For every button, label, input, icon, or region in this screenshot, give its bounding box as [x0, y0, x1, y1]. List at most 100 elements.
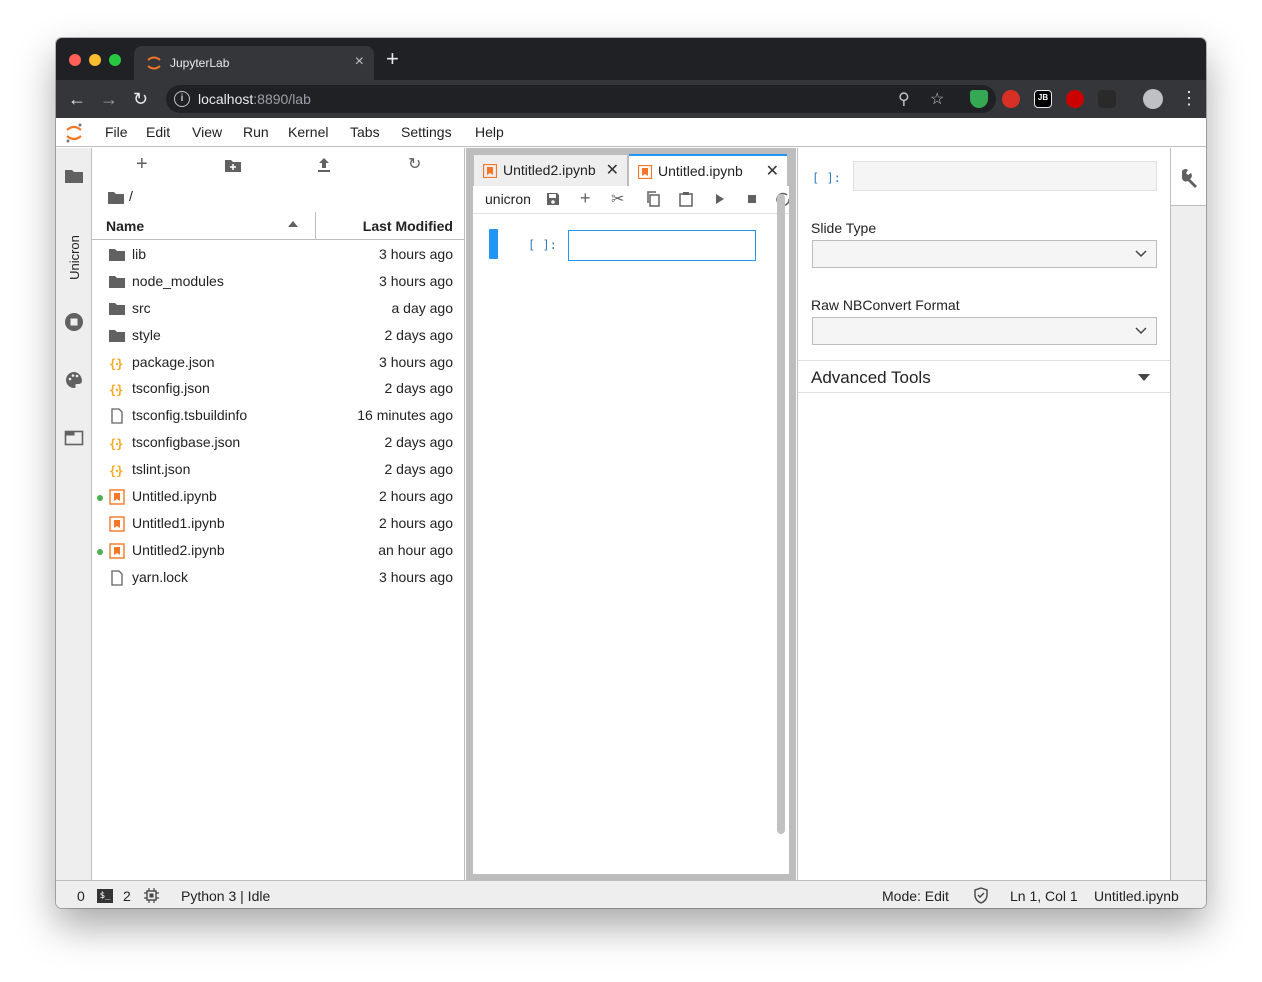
cell-collapser[interactable]	[489, 229, 498, 259]
paste-icon[interactable]	[678, 191, 694, 207]
file-name: src	[132, 299, 151, 316]
unicron-tab[interactable]: Unicron	[58, 226, 90, 286]
shield-extension-icon[interactable]	[970, 90, 988, 108]
file-row[interactable]: node_modules 3 hours ago	[92, 268, 465, 295]
browser-toolbar: ← → ↻ i localhost:8890/lab ⚲ ☆ JB ⋮	[56, 80, 1206, 118]
back-icon[interactable]: ←	[68, 88, 86, 110]
hand-extension-icon[interactable]	[1002, 90, 1020, 108]
close-window-button[interactable]	[69, 54, 81, 66]
column-name[interactable]: Name	[106, 218, 144, 234]
address-bar[interactable]: i localhost:8890/lab ⚲ ☆	[166, 85, 996, 113]
tabs-icon[interactable]	[64, 428, 84, 448]
upload-icon[interactable]	[317, 157, 331, 172]
caret-down-icon[interactable]	[1138, 374, 1150, 381]
copy-icon[interactable]	[645, 191, 661, 207]
breadcrumb-root[interactable]: /	[129, 188, 133, 204]
wrench-icon	[1182, 169, 1197, 188]
site-info-icon[interactable]: i	[174, 91, 190, 107]
close-tab-icon[interactable]: ×	[355, 53, 364, 71]
new-folder-icon[interactable]	[225, 158, 241, 172]
file-row[interactable]: {} tsconfigbase.json 2 days ago	[92, 429, 465, 456]
file-row[interactable]: Untitled2.ipynb an hour ago	[92, 537, 465, 564]
forward-icon[interactable]: →	[100, 88, 118, 110]
maximize-window-button[interactable]	[109, 54, 121, 66]
tab-untitled2[interactable]: Untitled2.ipynb ✕	[473, 154, 628, 186]
running-sessions-icon[interactable]	[64, 312, 84, 332]
file-name: tsconfigbase.json	[132, 434, 241, 451]
home-folder-icon[interactable]	[108, 191, 124, 204]
status-bar: 0 $_ 2 Python 3 | Idle Mode: Edit Ln 1, …	[56, 880, 1206, 908]
insert-cell-icon[interactable]: +	[580, 188, 596, 208]
sort-ascending-icon[interactable]	[288, 221, 298, 227]
file-row[interactable]: Untitled.ipynb 2 hours ago	[92, 483, 465, 510]
tab-untitled[interactable]: Untitled.ipynb ✕	[629, 154, 787, 186]
file-row[interactable]: tsconfig.tsbuildinfo 16 minutes ago	[92, 402, 465, 429]
more-menu-icon[interactable]: ⋮	[1180, 87, 1198, 109]
file-row[interactable]: src a day ago	[92, 295, 465, 322]
menu-edit[interactable]: Edit	[146, 124, 170, 140]
bookmark-star-icon[interactable]: ☆	[930, 89, 944, 109]
kernel-status[interactable]: Python 3 | Idle	[181, 888, 270, 904]
kernel-name[interactable]: unicron	[485, 191, 531, 207]
kernel-count[interactable]: 2	[123, 888, 131, 904]
notebook-toolbar: unicron + ✂	[473, 186, 789, 214]
file-name: tsconfig.json	[132, 380, 210, 397]
kernel-chip-icon[interactable]	[144, 888, 159, 903]
notebook-icon	[109, 543, 125, 559]
menu-run[interactable]: Run	[243, 124, 269, 140]
reload-icon[interactable]: ↻	[133, 88, 148, 110]
file-row[interactable]: {} tsconfig.json 2 days ago	[92, 375, 465, 402]
file-name: Untitled.ipynb	[132, 488, 217, 505]
file-modified: 2 hours ago	[379, 488, 453, 505]
column-last-modified[interactable]: Last Modified	[363, 218, 453, 234]
terminal-count[interactable]: 0	[77, 888, 85, 904]
file-modified: 2 days ago	[384, 461, 454, 478]
file-row[interactable]: {} package.json 3 hours ago	[92, 349, 465, 376]
new-tab-icon[interactable]: +	[386, 48, 399, 70]
chevron-down-icon	[1135, 250, 1147, 258]
zoom-icon[interactable]: ⚲	[898, 89, 910, 109]
terminal-icon[interactable]: $_	[97, 889, 113, 903]
advanced-tools-header[interactable]: Advanced Tools	[798, 360, 1170, 393]
cursor-position[interactable]: Ln 1, Col 1	[1010, 888, 1078, 904]
new-launcher-icon[interactable]: +	[136, 153, 148, 176]
cut-icon[interactable]: ✂	[611, 189, 627, 208]
devtools-extension-icon[interactable]	[1098, 90, 1116, 108]
play-extension-icon[interactable]	[1066, 90, 1084, 108]
close-icon[interactable]: ✕	[766, 161, 779, 181]
file-row[interactable]: yarn.lock 3 hours ago	[92, 564, 465, 591]
run-icon[interactable]	[711, 191, 727, 207]
minimize-window-button[interactable]	[89, 54, 101, 66]
property-inspector-tab[interactable]	[1171, 148, 1206, 206]
url-host: localhost	[198, 91, 254, 107]
menu-tabs[interactable]: Tabs	[350, 124, 380, 140]
column-divider[interactable]	[315, 212, 316, 240]
menu-settings[interactable]: Settings	[401, 124, 452, 140]
file-modified: 16 minutes ago	[357, 407, 453, 424]
menu-file[interactable]: File	[105, 124, 128, 140]
folder-icon[interactable]	[64, 166, 84, 186]
jetbrains-extension-icon[interactable]: JB	[1034, 90, 1052, 108]
file-name: yarn.lock	[132, 568, 189, 585]
file-row[interactable]: Untitled1.ipynb 2 hours ago	[92, 510, 465, 537]
editor-mode[interactable]: Mode: Edit	[882, 888, 949, 904]
menu-view[interactable]: View	[192, 124, 222, 140]
code-cell[interactable]: [ ]:	[489, 229, 769, 261]
menu-help[interactable]: Help	[475, 124, 504, 140]
file-row[interactable]: {} tslint.json 2 days ago	[92, 456, 465, 483]
refresh-icon[interactable]: ↻	[408, 154, 421, 174]
cell-editor[interactable]	[568, 230, 756, 261]
slide-type-select[interactable]	[812, 240, 1157, 268]
scrollbar[interactable]	[777, 194, 785, 834]
save-icon[interactable]	[545, 191, 561, 207]
file-row[interactable]: lib 3 hours ago	[92, 241, 465, 268]
profile-avatar-icon[interactable]	[1143, 89, 1163, 109]
close-icon[interactable]: ✕	[606, 160, 619, 180]
trusted-shield-icon[interactable]	[973, 887, 989, 904]
stop-icon[interactable]	[744, 191, 760, 207]
file-row[interactable]: style 2 days ago	[92, 322, 465, 349]
palette-icon[interactable]	[64, 370, 84, 390]
raw-format-select[interactable]	[812, 317, 1157, 345]
browser-tab[interactable]: JupyterLab ×	[134, 46, 374, 80]
menu-kernel[interactable]: Kernel	[288, 124, 328, 140]
